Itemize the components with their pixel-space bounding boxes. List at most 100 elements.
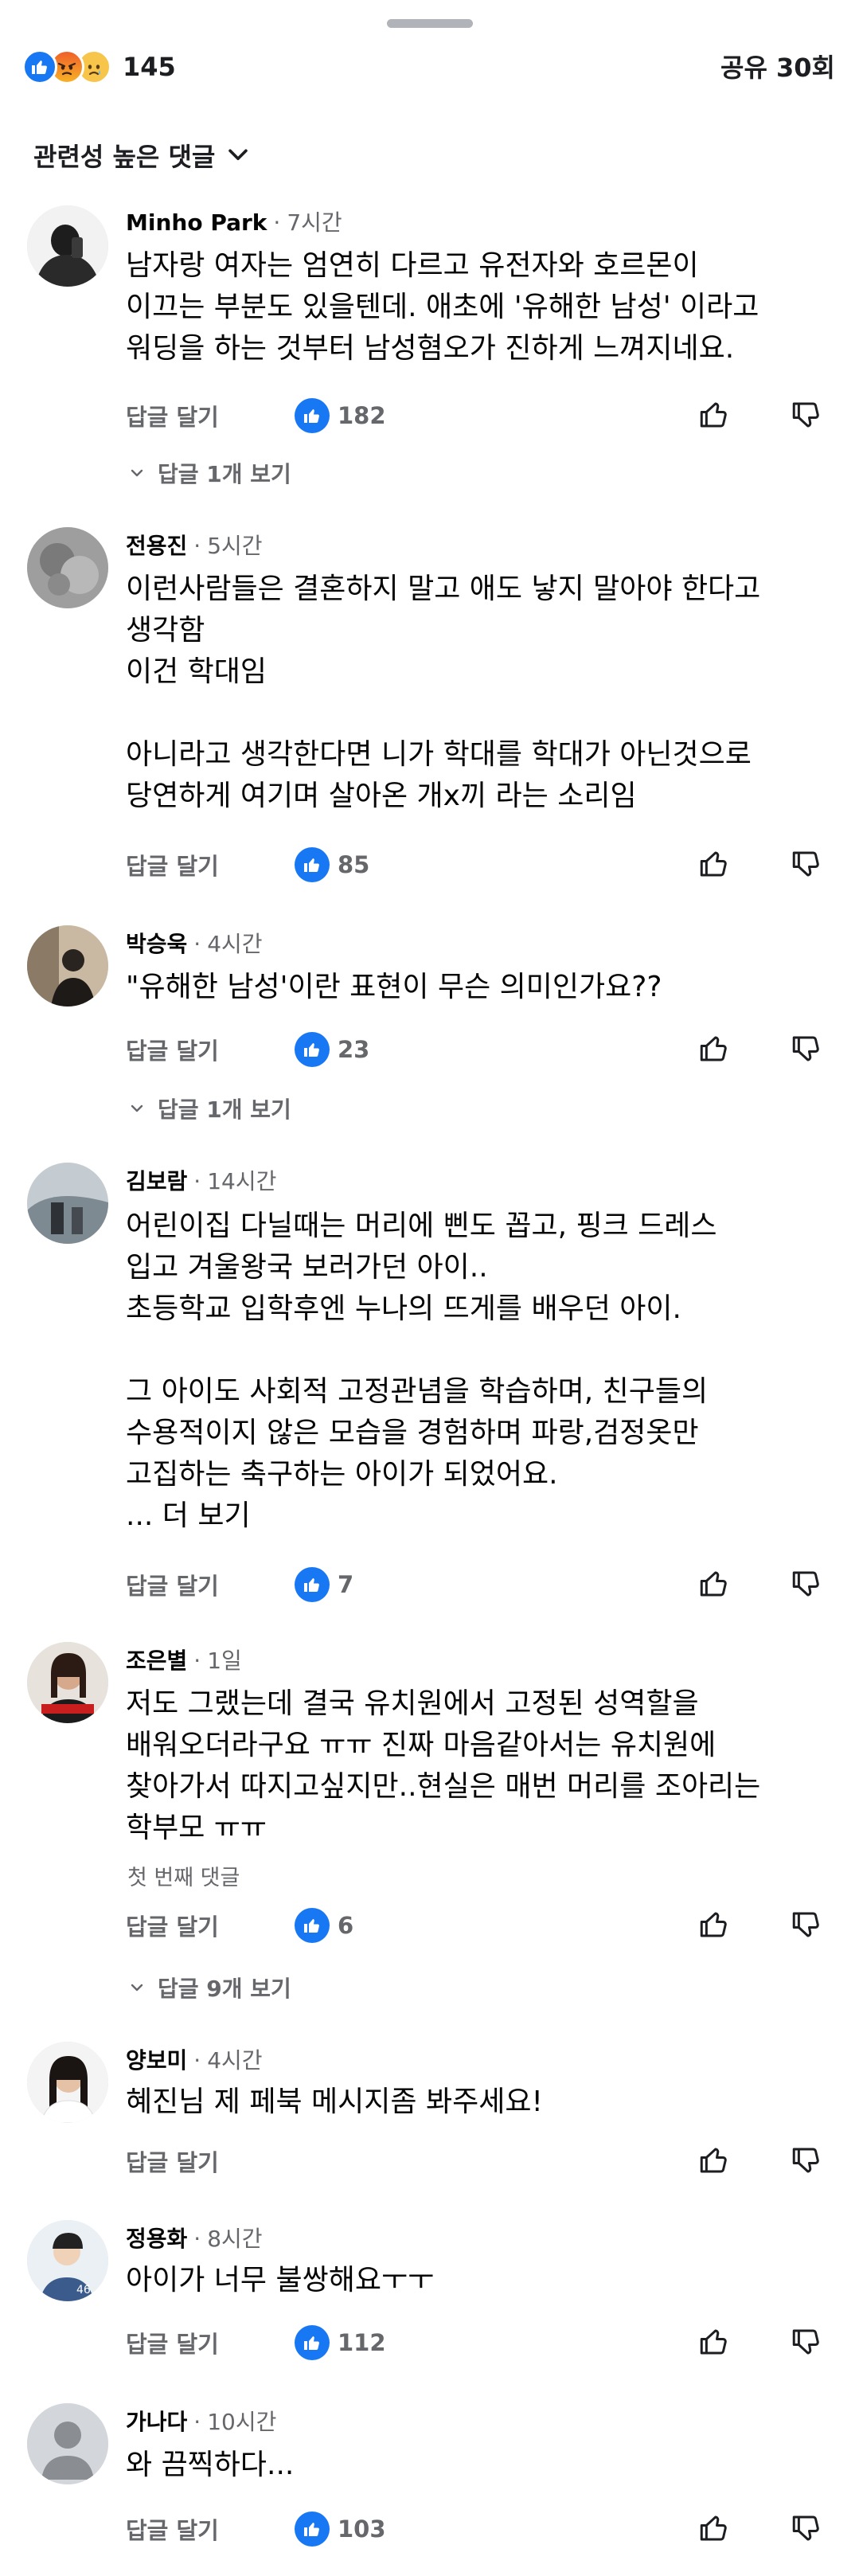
reactions-summary[interactable]: 145	[22, 45, 176, 89]
view-replies-label: 답글 1개 보기	[158, 1096, 291, 1123]
thumbs-up-icon[interactable]	[697, 1567, 731, 1601]
like-count: 112	[338, 2329, 386, 2356]
comment-author[interactable]: 양보미	[126, 2043, 187, 2075]
reply-button[interactable]: 답글 달기	[126, 2326, 219, 2359]
comment-actions: 답글 달기 103	[126, 2507, 826, 2551]
comment-meta: 김보람 · 14시간	[126, 1164, 276, 1196]
like-count: 103	[338, 2515, 386, 2543]
separator-dot: ·	[193, 2047, 201, 2074]
reply-button[interactable]: 답글 달기	[126, 2144, 219, 2178]
avatar[interactable]	[27, 925, 108, 1007]
comment-actions: 답글 달기 182	[126, 393, 826, 438]
reply-button[interactable]: 답글 달기	[126, 2512, 219, 2546]
comment-time: 14시간	[207, 1168, 277, 1194]
like-count: 6	[338, 1912, 354, 1939]
thumbs-up-icon[interactable]	[697, 1908, 731, 1941]
view-replies-label: 답글 9개 보기	[158, 1976, 291, 2002]
view-replies-button[interactable]: 답글 9개 보기	[127, 1972, 291, 2003]
view-replies-button[interactable]: 답글 1개 보기	[127, 1093, 291, 1124]
reply-button[interactable]: 답글 달기	[126, 1568, 219, 1601]
separator-dot: ·	[193, 931, 201, 957]
comment-actions: 답글 달기 7	[126, 1562, 826, 1607]
like-icon	[22, 49, 57, 84]
separator-dot: ·	[193, 2409, 201, 2435]
comment-sort-dropdown[interactable]: 관련성 높은 댓글	[33, 137, 252, 174]
separator-dot: ·	[193, 533, 201, 559]
thumbs-down-icon[interactable]	[790, 847, 823, 881]
comment-meta: 정용화 · 8시간	[126, 2222, 263, 2254]
comment-meta: 양보미 · 4시간	[126, 2043, 263, 2075]
chevron-down-icon	[131, 469, 143, 477]
thumbs-down-icon[interactable]	[790, 2325, 823, 2359]
comment-meta: 박승욱 · 4시간	[126, 927, 263, 959]
comment-time: 1일	[207, 1648, 242, 1674]
like-summary[interactable]: 6	[295, 1908, 353, 1943]
comment-sort-label: 관련성 높은 댓글	[33, 142, 216, 172]
thumbs-down-icon[interactable]	[790, 1567, 823, 1601]
reply-button[interactable]: 답글 달기	[126, 848, 219, 881]
comment-time: 7시간	[287, 209, 342, 236]
avatar[interactable]	[27, 1642, 108, 1723]
comment-meta: 전용진 · 5시간	[126, 529, 263, 561]
comment-text: 이런사람들은 결혼하지 말고 애도 낳지 말아야 한다고 생각함 이건 학대임 …	[126, 573, 761, 812]
comment-author[interactable]: 전용진	[126, 529, 187, 561]
like-summary[interactable]: 112	[295, 2325, 386, 2360]
separator-dot: ·	[273, 209, 281, 236]
chevron-down-icon	[131, 1104, 143, 1112]
comment-author[interactable]: 가나다	[126, 2405, 187, 2437]
separator-dot: ·	[193, 1648, 201, 1674]
like-summary[interactable]: 23	[295, 1032, 369, 1067]
thumbs-up-icon[interactable]	[697, 1032, 731, 1065]
thumbs-up-icon[interactable]	[697, 847, 731, 881]
view-replies-label: 답글 1개 보기	[158, 461, 291, 487]
like-icon	[295, 847, 330, 882]
sheet-drag-handle[interactable]	[387, 19, 473, 28]
comment-author[interactable]: 박승욱	[126, 927, 187, 959]
comment-actions: 답글 달기 6	[126, 1903, 826, 1948]
thumbs-down-icon[interactable]	[790, 2512, 823, 2545]
like-summary[interactable]: 103	[295, 2512, 386, 2547]
comment-text: 혜진님 제 페북 메시지좀 봐주세요!	[126, 2085, 543, 2118]
comment-author[interactable]: 정용화	[126, 2222, 187, 2254]
like-icon	[295, 398, 330, 433]
thumbs-up-icon[interactable]	[697, 2325, 731, 2359]
like-summary[interactable]: 85	[295, 847, 369, 882]
like-icon	[295, 2512, 330, 2547]
comment-text: 와 끔찍하다...	[126, 2449, 295, 2481]
like-count: 182	[338, 402, 386, 429]
avatar[interactable]	[27, 1163, 108, 1244]
reply-button[interactable]: 답글 달기	[126, 399, 219, 432]
view-replies-button[interactable]: 답글 1개 보기	[127, 457, 291, 489]
thumbs-down-icon[interactable]	[790, 1032, 823, 1065]
comment-author[interactable]: 조은별	[126, 1644, 187, 1675]
share-count[interactable]: 공유 30회	[720, 48, 835, 84]
thumbs-up-icon[interactable]	[697, 2144, 731, 2177]
default-avatar-icon	[27, 2403, 108, 2484]
first-comment-label: 첫 번째 댓글	[127, 1866, 240, 1890]
like-summary[interactable]: 7	[295, 1567, 353, 1602]
thumbs-down-icon[interactable]	[790, 2144, 823, 2177]
thumbs-down-icon[interactable]	[790, 1908, 823, 1941]
like-icon	[295, 2325, 330, 2360]
comment-text: 아이가 너무 불쌍해요ㅜㅜ	[126, 2264, 435, 2297]
thumbs-up-icon[interactable]	[697, 398, 731, 432]
comment-actions: 답글 달기 112	[126, 2320, 826, 2365]
comment-text: 남자랑 여자는 엄연히 다르고 유전자와 호르몬이 이끄는 부분도 있을텐데. …	[126, 249, 759, 365]
like-icon	[295, 1567, 330, 1602]
avatar[interactable]: 46	[27, 2220, 108, 2301]
reply-button[interactable]: 답글 달기	[126, 1909, 219, 1942]
thumbs-up-icon[interactable]	[697, 2512, 731, 2545]
reply-button[interactable]: 답글 달기	[126, 1033, 219, 1066]
like-count: 85	[338, 851, 370, 878]
comment-author[interactable]: 김보람	[126, 1164, 187, 1196]
avatar[interactable]	[27, 527, 108, 608]
comments-sheet: 145 공유 30회 관련성 높은 댓글 Minho Park · 7시간 남자…	[0, 0, 859, 2576]
comment-text: "유해한 남성'이란 표현이 무슨 의미인가요??	[126, 971, 662, 1003]
avatar[interactable]	[27, 2042, 108, 2123]
thumbs-down-icon[interactable]	[790, 398, 823, 432]
avatar[interactable]	[27, 2403, 108, 2484]
separator-dot: ·	[193, 2226, 201, 2252]
like-summary[interactable]: 182	[295, 398, 386, 433]
comment-author[interactable]: Minho Park	[126, 209, 267, 236]
avatar[interactable]	[27, 205, 108, 287]
